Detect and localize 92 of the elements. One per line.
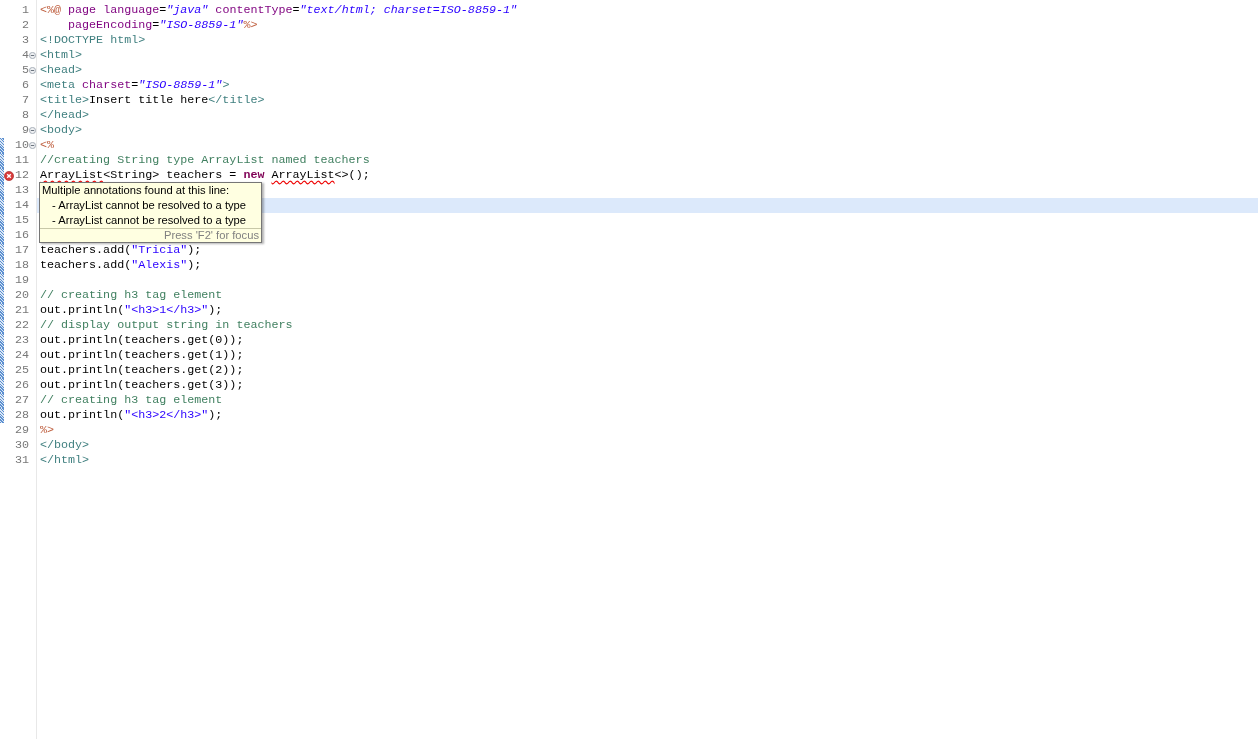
code-token: contentType [214, 3, 293, 17]
code-token: ); [187, 243, 202, 257]
code-token: %> [243, 18, 258, 32]
line-number: 20 [14, 288, 29, 303]
code-token: = [292, 3, 300, 17]
line-number: 12 [14, 168, 29, 183]
code-token: out.println( [40, 408, 125, 422]
code-token: <meta [40, 78, 76, 92]
code-token: teachers.add( [40, 243, 132, 257]
line-number: 18 [14, 258, 29, 273]
tooltip-item: - ArrayList cannot be resolved to a type [51, 198, 248, 213]
code-token: out.println(teachers.get(0)); [40, 333, 244, 347]
collapse-icon[interactable] [29, 142, 36, 149]
code-token: out.println(teachers.get(3)); [40, 378, 244, 392]
code-token: = [131, 78, 139, 92]
code-token: out.println(teachers.get(2)); [40, 363, 244, 377]
code-token: <>(); [334, 168, 370, 182]
line-number: 25 [14, 363, 29, 378]
line-number: 11 [14, 153, 29, 168]
line-number: 19 [14, 273, 29, 288]
code-token: "Alexis" [131, 258, 188, 272]
line-number: 31 [14, 453, 29, 468]
line-number: 1 [21, 3, 29, 18]
line-number: 22 [14, 318, 29, 333]
line-number: 9 [21, 123, 29, 138]
code-token: out.println( [40, 303, 125, 317]
code-token: out.println(teachers.get(1)); [40, 348, 244, 362]
code-token: <head> [40, 63, 83, 77]
code-token: > [222, 78, 230, 92]
code-token: <!DOCTYPE html> [40, 33, 146, 47]
code-token: ); [208, 303, 223, 317]
line-number: 13 [14, 183, 29, 198]
tooltip-footer: Press 'F2' for focus [40, 228, 261, 242]
code-token: "ISO-8859-1" [138, 78, 223, 92]
code-token: <String> teachers = [103, 168, 238, 182]
line-number: 23 [14, 333, 29, 348]
line-number: 30 [14, 438, 29, 453]
code-token: page language [67, 3, 160, 17]
error-token: ArrayList [271, 168, 335, 182]
line-number: 14 [14, 198, 29, 213]
line-number: 21 [14, 303, 29, 318]
line-number: 16 [14, 228, 29, 243]
line-number: 28 [14, 408, 29, 423]
code-token: // creating h3 tag element [40, 288, 223, 302]
collapse-icon[interactable] [29, 127, 36, 134]
code-token: = [159, 3, 167, 17]
line-number: 6 [21, 78, 29, 93]
code-token: </html> [40, 453, 90, 467]
code-token: "<h3>1</h3>" [124, 303, 209, 317]
code-token: //creating String type ArrayList named teachers [40, 153, 370, 167]
code-token: </head> [40, 108, 90, 122]
code-token: // display output string in teachers [40, 318, 293, 332]
code-token: Insert title here [89, 93, 209, 107]
code-token: teachers.add( [40, 258, 132, 272]
code-token: <%@ [40, 3, 62, 17]
code-token: "java" [166, 3, 209, 17]
line-number: 5 [21, 63, 29, 78]
code-token: </title> [208, 93, 265, 107]
line-number: 10 [14, 138, 29, 153]
code-token: <% [40, 138, 55, 152]
line-number: 8 [21, 108, 29, 123]
line-number: 2 [21, 18, 29, 33]
error-token: ArrayList [40, 168, 104, 182]
line-number: 3 [21, 33, 29, 48]
code-token: "ISO-8859-1" [159, 18, 244, 32]
code-token: "text/html; charset=ISO-8859-1" [299, 3, 517, 17]
code-token: new [243, 168, 266, 182]
code-token: ); [208, 408, 223, 422]
line-number: 29 [14, 423, 29, 438]
collapse-icon[interactable] [29, 67, 36, 74]
line-number: 26 [14, 378, 29, 393]
code-token: // creating h3 tag element [40, 393, 223, 407]
line-number: 17 [14, 243, 29, 258]
line-number: 24 [14, 348, 29, 363]
code-token: "Tricia" [131, 243, 188, 257]
code-token: pageEncoding [67, 18, 153, 32]
code-token: <html> [40, 48, 83, 62]
code-token: ); [187, 258, 202, 272]
line-number: 4 [21, 48, 29, 63]
collapse-icon[interactable] [29, 52, 36, 59]
tooltip-item: - ArrayList cannot be resolved to a type [51, 213, 248, 228]
code-token: </body> [40, 438, 90, 452]
code-token: charset [81, 78, 132, 92]
code-token: %> [40, 423, 55, 437]
code-token: <title> [40, 93, 90, 107]
code-token: "<h3>2</h3>" [124, 408, 209, 422]
code-token: <body> [40, 123, 83, 137]
line-number: 15 [14, 213, 29, 228]
code-token: = [152, 18, 160, 32]
line-number: 27 [14, 393, 29, 408]
line-number: 7 [21, 93, 29, 108]
tooltip-title: Multiple annotations found at this line: [41, 183, 231, 198]
